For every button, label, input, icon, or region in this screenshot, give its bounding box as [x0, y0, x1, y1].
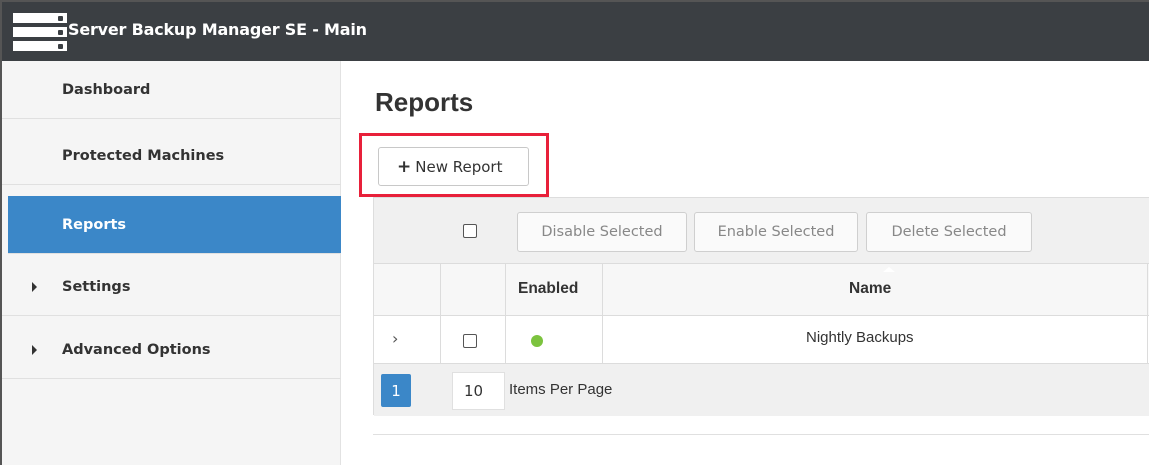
disable-selected-button[interactable]: Disable Selected: [517, 212, 687, 252]
plus-icon: +: [397, 156, 412, 177]
enabled-status-dot: [531, 335, 543, 347]
title-bar: Server Backup Manager SE - Main: [2, 2, 1149, 61]
page-button[interactable]: 1: [381, 374, 411, 407]
new-report-label: New Report: [415, 157, 503, 176]
column-header-enabled[interactable]: Enabled: [518, 280, 578, 298]
pager: 1 10 Items Per Page: [374, 364, 1149, 416]
sidebar-item-dashboard[interactable]: Dashboard: [2, 61, 341, 119]
items-per-page-label: Items Per Page: [509, 381, 613, 398]
sidebar-item-reports[interactable]: Reports: [8, 196, 341, 254]
sidebar: Dashboard Protected Machines Reports Set…: [2, 61, 341, 465]
reports-grid: Disable Selected Enable Selected Delete …: [373, 197, 1149, 416]
table-header: Enabled Name: [374, 264, 1149, 316]
app-title: Server Backup Manager SE - Main: [68, 20, 367, 39]
sidebar-item-label: Reports: [62, 216, 127, 233]
server-rack-icon: [12, 12, 68, 56]
select-all-checkbox[interactable]: [463, 224, 477, 238]
caret-right-icon: [32, 281, 37, 292]
sidebar-item-label: Protected Machines: [62, 147, 225, 164]
sidebar-item-label: Advanced Options: [62, 341, 211, 358]
delete-selected-button[interactable]: Delete Selected: [866, 212, 1032, 252]
sidebar-item-label: Settings: [62, 278, 131, 295]
sidebar-item-label: Dashboard: [62, 81, 151, 98]
caret-right-icon: [32, 344, 37, 355]
column-header-name[interactable]: Name: [849, 280, 891, 298]
page-title: Reports: [375, 87, 474, 117]
sidebar-item-protected-machines[interactable]: Protected Machines: [2, 127, 341, 185]
items-per-page-input[interactable]: 10: [452, 372, 505, 410]
table-row[interactable]: › Nightly Backups: [374, 316, 1149, 364]
chevron-right-icon[interactable]: ›: [392, 329, 398, 348]
enable-selected-button[interactable]: Enable Selected: [694, 212, 858, 252]
sidebar-item-settings[interactable]: Settings: [2, 258, 341, 316]
report-name: Nightly Backups: [806, 329, 914, 346]
sort-arrow-icon: [883, 267, 895, 272]
row-checkbox[interactable]: [463, 334, 477, 348]
main-content: Reports + New Report Disable Selected En…: [342, 61, 1149, 465]
divider: [373, 434, 1149, 435]
grid-toolbar: Disable Selected Enable Selected Delete …: [374, 198, 1149, 264]
new-report-button[interactable]: + New Report: [378, 147, 529, 186]
sidebar-item-advanced-options[interactable]: Advanced Options: [2, 321, 341, 379]
